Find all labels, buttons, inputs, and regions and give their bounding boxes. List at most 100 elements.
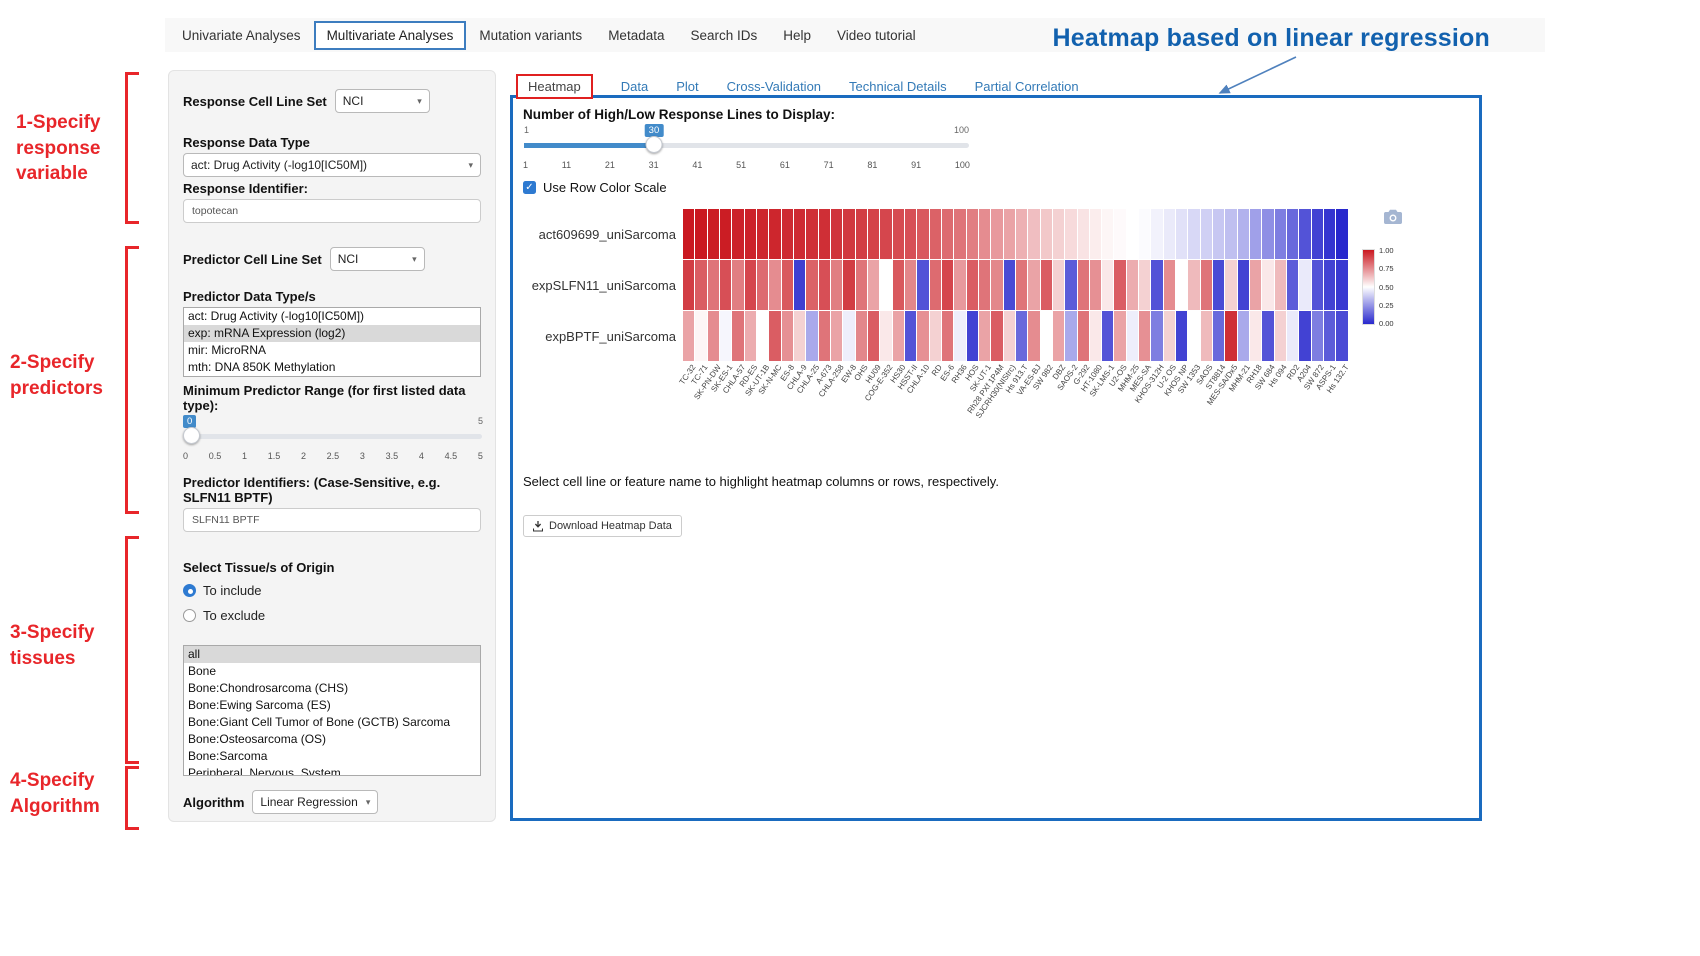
heatmap-cell[interactable] xyxy=(1299,311,1310,361)
listbox-option[interactable]: exp: mRNA Expression (log2) xyxy=(184,325,480,342)
heatmap-cell[interactable] xyxy=(794,311,805,361)
heatmap-cell[interactable] xyxy=(708,311,719,361)
nav-tab-video-tutorial[interactable]: Video tutorial xyxy=(824,21,929,50)
heatmap-cell[interactable] xyxy=(868,311,879,361)
heatmap-cell[interactable] xyxy=(917,209,928,259)
listbox-option[interactable]: Bone xyxy=(184,663,480,680)
heatmap-cell[interactable] xyxy=(917,311,928,361)
heatmap-cell[interactable] xyxy=(1065,260,1076,310)
tissue-exclude-option[interactable]: To exclude xyxy=(183,605,481,625)
heatmap-cell[interactable] xyxy=(1250,311,1261,361)
heatmap-cell[interactable] xyxy=(1225,209,1236,259)
tab-heatmap[interactable]: Heatmap xyxy=(516,74,593,99)
heatmap-cell[interactable] xyxy=(893,209,904,259)
heatmap-cell[interactable] xyxy=(720,311,731,361)
heatmap-cell[interactable] xyxy=(979,209,990,259)
nav-tab-multivariate-analyses[interactable]: Multivariate Analyses xyxy=(314,21,467,50)
heatmap-cell[interactable] xyxy=(1201,311,1212,361)
radio-include-icon[interactable] xyxy=(183,584,196,597)
heatmap-cell[interactable] xyxy=(1127,260,1138,310)
heatmap-cell[interactable] xyxy=(967,260,978,310)
heatmap-cell[interactable] xyxy=(695,311,706,361)
heatmap-cell[interactable] xyxy=(806,209,817,259)
heatmap-cell[interactable] xyxy=(1275,209,1286,259)
heatmap-cell[interactable] xyxy=(1139,209,1150,259)
heatmap-cell[interactable] xyxy=(720,209,731,259)
tab-partial-correlation[interactable]: Partial Correlation xyxy=(975,79,1079,94)
download-heatmap-data-button[interactable]: Download Heatmap Data xyxy=(523,515,682,537)
listbox-option[interactable]: Bone:Chondrosarcoma (CHS) xyxy=(184,680,480,697)
heatmap-cell[interactable] xyxy=(843,209,854,259)
heatmap-cell[interactable] xyxy=(1262,311,1273,361)
heatmap-cell[interactable] xyxy=(930,209,941,259)
heatmap-cell[interactable] xyxy=(794,209,805,259)
heatmap-cell[interactable] xyxy=(856,311,867,361)
heatmap-cell[interactable] xyxy=(695,209,706,259)
heatmap-cell[interactable] xyxy=(782,209,793,259)
heatmap-cell[interactable] xyxy=(954,311,965,361)
heatmap-cell[interactable] xyxy=(1312,209,1323,259)
heatmap-cell[interactable] xyxy=(1004,209,1015,259)
heatmap-cell[interactable] xyxy=(1312,311,1323,361)
heatmap-cell[interactable] xyxy=(1102,260,1113,310)
heatmap-cell[interactable] xyxy=(893,260,904,310)
heatmap-cell[interactable] xyxy=(1299,260,1310,310)
heatmap-cell[interactable] xyxy=(732,209,743,259)
heatmap-cell[interactable] xyxy=(1016,209,1027,259)
heatmap-cell[interactable] xyxy=(1188,260,1199,310)
listbox-option[interactable]: Peripheral_Nervous_System xyxy=(184,765,480,776)
heatmap-cell[interactable] xyxy=(745,209,756,259)
heatmap-cell[interactable] xyxy=(819,311,830,361)
slider-handle[interactable] xyxy=(645,136,662,153)
heatmap-cell[interactable] xyxy=(831,209,842,259)
heatmap-cell[interactable] xyxy=(1090,260,1101,310)
heatmap-cell[interactable] xyxy=(979,260,990,310)
heatmap-cell[interactable] xyxy=(695,260,706,310)
heatmap-cell[interactable] xyxy=(954,209,965,259)
heatmap-cell[interactable] xyxy=(782,260,793,310)
heatmap-cell[interactable] xyxy=(991,260,1002,310)
listbox-option[interactable]: Bone:Ewing Sarcoma (ES) xyxy=(184,697,480,714)
heatmap-cell[interactable] xyxy=(1053,209,1064,259)
heatmap-cell[interactable] xyxy=(1336,209,1347,259)
heatmap-cell[interactable] xyxy=(1151,311,1162,361)
slider-handle[interactable] xyxy=(183,427,200,444)
heatmap-cell[interactable] xyxy=(1225,311,1236,361)
heatmap-cell[interactable] xyxy=(1127,311,1138,361)
heatmap-cell[interactable] xyxy=(806,260,817,310)
heatmap-cell[interactable] xyxy=(942,260,953,310)
tissue-include-option[interactable]: To include xyxy=(183,580,481,600)
heatmap-cell[interactable] xyxy=(1078,311,1089,361)
heatmap-cell[interactable] xyxy=(1225,260,1236,310)
heatmap-cell[interactable] xyxy=(880,209,891,259)
heatmap-cell[interactable] xyxy=(1262,260,1273,310)
heatmap-cell[interactable] xyxy=(831,260,842,310)
heatmap-cell[interactable] xyxy=(1287,260,1298,310)
heatmap-cell[interactable] xyxy=(1238,209,1249,259)
heatmap-cell[interactable] xyxy=(1324,311,1335,361)
heatmap-cell[interactable] xyxy=(794,260,805,310)
camera-icon[interactable] xyxy=(1384,209,1402,229)
heatmap-cell[interactable] xyxy=(856,260,867,310)
heatmap-cell[interactable] xyxy=(683,260,694,310)
heatmap-row-label[interactable]: expBPTF_uniSarcoma xyxy=(523,311,683,361)
heatmap-cell[interactable] xyxy=(917,260,928,310)
heatmap-cell[interactable] xyxy=(1151,209,1162,259)
heatmap-cell[interactable] xyxy=(757,260,768,310)
heatmap-cell[interactable] xyxy=(1078,260,1089,310)
heatmap-cell[interactable] xyxy=(745,311,756,361)
row-color-scale-checkbox[interactable]: ✓ xyxy=(523,181,536,194)
nav-tab-help[interactable]: Help xyxy=(770,21,824,50)
heatmap-cell[interactable] xyxy=(1176,260,1187,310)
heatmap-cell[interactable] xyxy=(720,260,731,310)
heatmap-cell[interactable] xyxy=(757,209,768,259)
heatmap-cell[interactable] xyxy=(1250,260,1261,310)
heatmap-cell[interactable] xyxy=(942,311,953,361)
heatmap-cell[interactable] xyxy=(769,209,780,259)
heatmap-cell[interactable] xyxy=(745,260,756,310)
heatmap-cell[interactable] xyxy=(1213,260,1224,310)
heatmap-cell[interactable] xyxy=(1114,209,1125,259)
heatmap-cell[interactable] xyxy=(1176,209,1187,259)
heatmap-cell[interactable] xyxy=(1275,260,1286,310)
heatmap-cell[interactable] xyxy=(1053,311,1064,361)
